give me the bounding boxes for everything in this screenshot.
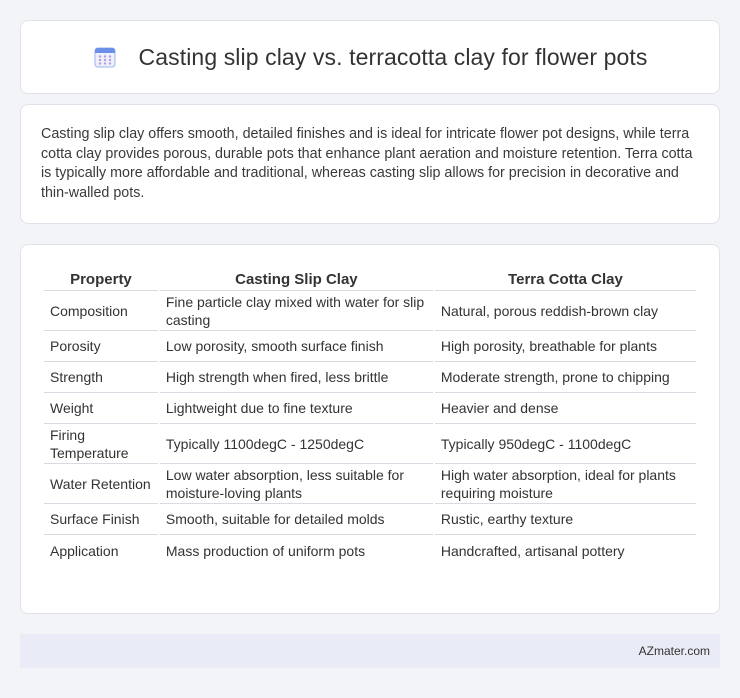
property-cell: Weight xyxy=(44,393,158,424)
terra-cotta-cell: Heavier and dense xyxy=(434,393,696,424)
table-header-row: Property Casting Slip Clay Terra Cotta C… xyxy=(44,265,696,291)
comparison-card: Property Casting Slip Clay Terra Cotta C… xyxy=(20,244,720,614)
casting-slip-cell: Low water absorption, less suitable for … xyxy=(159,464,433,504)
terra-cotta-cell: Natural, porous reddish-brown clay xyxy=(434,291,696,331)
column-header-casting-slip: Casting Slip Clay xyxy=(159,265,433,291)
terra-cotta-cell: Handcrafted, artisanal pottery xyxy=(440,542,625,559)
table-row: Strength High strength when fired, less … xyxy=(44,362,696,393)
casting-slip-cell: Smooth, suitable for detailed molds xyxy=(159,504,433,535)
property-cell: Porosity xyxy=(44,331,158,362)
table-row: Firing Temperature Typically 1100degC - … xyxy=(44,424,696,464)
casting-slip-cell: Typically 1100degC - 1250degC xyxy=(159,424,433,464)
terra-cotta-cell: High water absorption, ideal for plants … xyxy=(434,464,696,504)
terra-cotta-cell: Rustic, earthy texture xyxy=(434,504,696,535)
title-card: Casting slip clay vs. terracotta clay fo… xyxy=(20,20,720,94)
casting-slip-cell: Lightweight due to fine texture xyxy=(159,393,433,424)
property-cell: Water Retention xyxy=(44,464,158,504)
table-row: Porosity Low porosity, smooth surface fi… xyxy=(44,331,696,362)
casting-slip-cell: Low porosity, smooth surface finish xyxy=(159,331,433,362)
terra-cotta-cell: Typically 950degC - 1100degC xyxy=(434,424,696,464)
calendar-icon xyxy=(93,45,117,69)
footer-brand: AZmater.com xyxy=(638,644,710,658)
summary-card: Casting slip clay offers smooth, detaile… xyxy=(20,104,720,224)
column-header-terra-cotta: Terra Cotta Clay xyxy=(434,265,696,291)
footer-bar: AZmater.com xyxy=(20,634,720,668)
property-cell: Surface Finish xyxy=(44,504,158,535)
table-row: Weight Lightweight due to fine texture H… xyxy=(44,393,696,424)
terra-cotta-cell: Moderate strength, prone to chipping xyxy=(434,362,696,393)
page-title: Casting slip clay vs. terracotta clay fo… xyxy=(138,43,648,70)
table-row: Water Retention Low water absorption, le… xyxy=(44,464,696,504)
property-cell: Strength xyxy=(44,362,158,393)
table-row: Surface Finish Smooth, suitable for deta… xyxy=(44,504,696,535)
terra-cotta-cell: High porosity, breathable for plants xyxy=(434,331,696,362)
casting-slip-cell: High strength when fired, less brittle xyxy=(159,362,433,393)
property-cell: Firing Temperature xyxy=(44,424,158,464)
column-header-property: Property xyxy=(44,265,158,291)
table-row: Application Mass production of uniform p… xyxy=(44,535,696,566)
property-cell: Composition xyxy=(44,291,158,331)
property-cell: Application xyxy=(50,542,119,559)
casting-slip-cell: Mass production of uniform pots xyxy=(165,542,366,559)
table-row: Composition Fine particle clay mixed wit… xyxy=(44,291,696,331)
casting-slip-cell: Fine particle clay mixed with water for … xyxy=(159,291,433,331)
summary-paragraph: Casting slip clay offers smooth, detaile… xyxy=(41,126,693,201)
comparison-table: Property Casting Slip Clay Terra Cotta C… xyxy=(42,265,698,566)
